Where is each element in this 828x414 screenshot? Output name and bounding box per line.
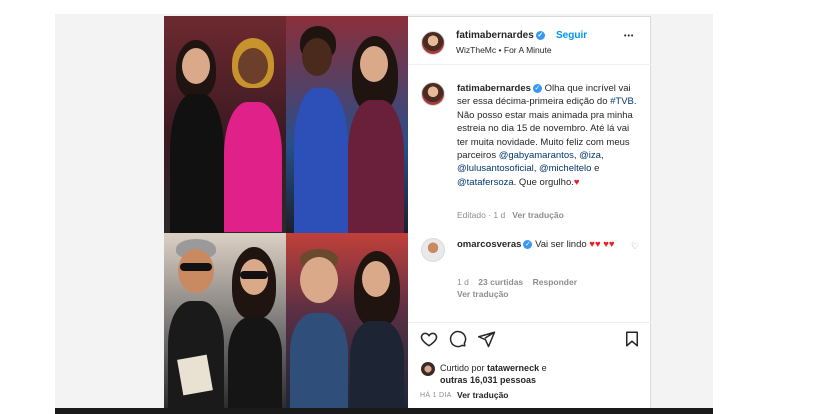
post-timestamp: HÁ 1 DIA bbox=[420, 392, 452, 399]
person-figure bbox=[222, 38, 284, 232]
mention-link[interactable]: @tatafersoza bbox=[457, 177, 514, 188]
verified-badge-icon: ✓ bbox=[532, 83, 542, 93]
hashtag-link[interactable]: #TVB bbox=[610, 96, 634, 107]
person-figure bbox=[290, 26, 348, 233]
caption-separator: , bbox=[533, 163, 537, 175]
author-username[interactable]: fatimabernardes ✓ bbox=[456, 30, 545, 41]
photo-quadrant-bottom-right bbox=[286, 233, 408, 410]
verified-badge-icon: ✓ bbox=[535, 30, 545, 40]
comment-icon[interactable] bbox=[449, 330, 467, 348]
bottom-bar bbox=[55, 408, 713, 414]
comment-username[interactable]: omarcosveras bbox=[457, 239, 521, 250]
like-heart-icon[interactable] bbox=[420, 330, 438, 348]
heart-emoji-icon: ♥ bbox=[573, 176, 580, 188]
comment-likes[interactable]: 23 curtidas bbox=[478, 277, 523, 287]
caption-username[interactable]: fatimabernardes bbox=[457, 83, 531, 94]
comment-translate-link[interactable]: Ver tradução bbox=[457, 289, 509, 299]
photo-quadrant-bottom-left bbox=[164, 233, 286, 410]
photo-quadrant-top-right bbox=[286, 16, 408, 233]
photo-quadrant-top-left bbox=[164, 16, 286, 233]
author-username-text[interactable]: fatimabernardes bbox=[456, 30, 534, 41]
liker-avatar[interactable] bbox=[421, 362, 435, 376]
likes-prefix: Curtido por bbox=[440, 363, 485, 373]
caption-meta: Editado · 1 d Ver tradução bbox=[457, 210, 564, 220]
comment-reply-button[interactable]: Responder bbox=[533, 277, 577, 287]
comment-age: 1 d bbox=[457, 277, 469, 287]
audio-attribution[interactable]: WizTheMc • For A Minute bbox=[456, 45, 552, 55]
caption-avatar[interactable] bbox=[421, 82, 445, 106]
likes-others-link[interactable]: outras 16,031 pessoas bbox=[440, 375, 536, 385]
more-options-icon[interactable]: ••• bbox=[624, 33, 634, 40]
person-figure bbox=[346, 36, 406, 233]
person-figure bbox=[290, 249, 348, 410]
caption-translate-link[interactable]: Ver tradução bbox=[512, 210, 564, 220]
mention-link[interactable]: @micheltelo bbox=[539, 163, 591, 174]
comment-translate-text[interactable]: Ver tradução bbox=[457, 289, 509, 299]
post-photo-collage[interactable] bbox=[164, 16, 408, 410]
caption-separator: , bbox=[573, 150, 577, 162]
comment-text: Vai ser lindo bbox=[535, 239, 587, 250]
person-figure bbox=[168, 40, 224, 233]
mention-link[interactable]: @lulusantosoficial bbox=[457, 163, 534, 174]
audio-track[interactable]: For A Minute bbox=[504, 45, 552, 55]
caption-separator: e bbox=[594, 163, 600, 175]
post-actions-bar bbox=[408, 322, 651, 357]
person-figure bbox=[226, 247, 284, 410]
comment-like-icon[interactable]: ♡ bbox=[631, 241, 639, 252]
follow-button[interactable]: Seguir bbox=[556, 30, 587, 41]
share-icon[interactable] bbox=[478, 330, 496, 348]
person-figure bbox=[168, 239, 224, 410]
person-figure bbox=[348, 251, 406, 410]
post-caption: fatimabernardes ✓ Olha que incrível vai s… bbox=[457, 82, 637, 189]
likes-summary: Curtido por tatawerneck e outras 16,031 … bbox=[440, 362, 547, 386]
liker-username[interactable]: tatawerneck bbox=[487, 363, 539, 373]
author-avatar[interactable] bbox=[421, 31, 445, 55]
mention-link[interactable]: @iza bbox=[579, 150, 601, 161]
audio-separator: • bbox=[498, 45, 502, 55]
save-bookmark-icon[interactable] bbox=[623, 330, 641, 348]
mention-link[interactable]: @gabyamarantos bbox=[499, 150, 574, 161]
commenter-avatar[interactable] bbox=[421, 238, 445, 262]
page-backdrop-left bbox=[0, 0, 55, 414]
caption-separator: , bbox=[600, 150, 604, 162]
caption-edited: Editado · 1 d bbox=[457, 210, 506, 220]
comment-meta: 1 d 23 curtidas Responder bbox=[457, 277, 577, 287]
audio-artist[interactable]: WizTheMc bbox=[456, 45, 496, 55]
likes-joiner: e bbox=[541, 363, 547, 373]
footer-translate-link[interactable]: Ver tradução bbox=[457, 390, 509, 400]
heart-emoji-icon: ♥♥ ♥♥ bbox=[589, 239, 615, 250]
comment: omarcosveras ✓ Vai ser lindo ♥♥ ♥♥ bbox=[457, 238, 637, 251]
caption-text-3: . Que orgulho. bbox=[513, 176, 574, 188]
verified-badge-icon: ✓ bbox=[523, 239, 533, 249]
